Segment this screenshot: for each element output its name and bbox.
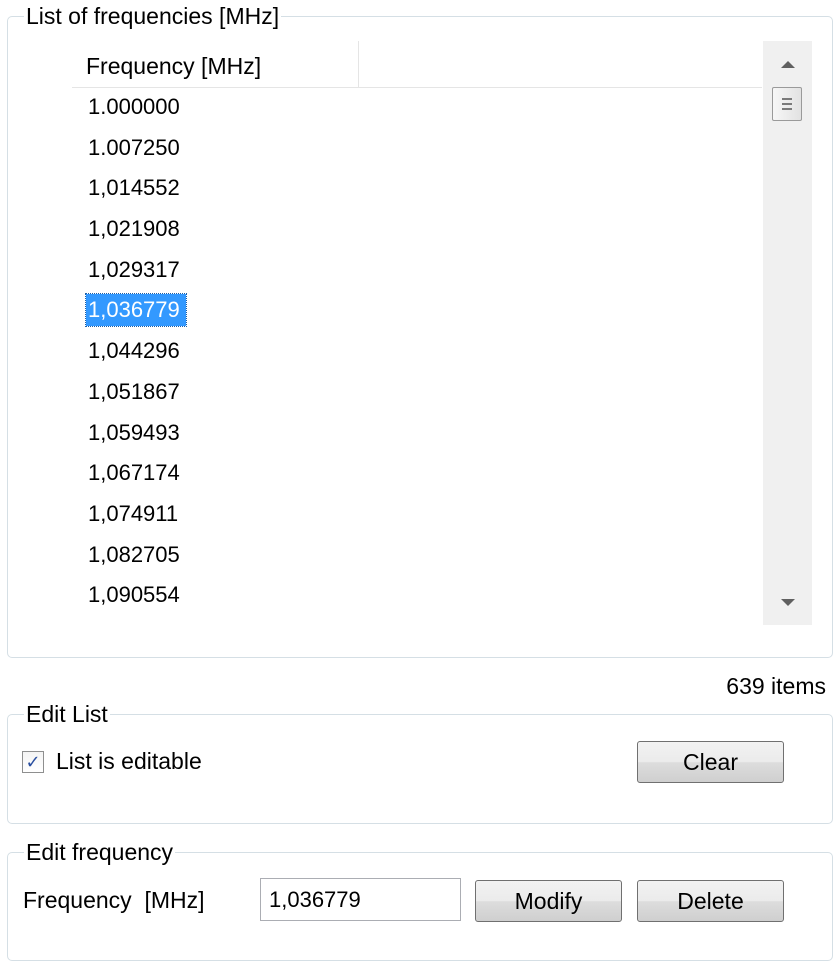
edit-list-group: Edit List ✓ List is editable Clear — [7, 698, 833, 824]
edit-list-group-title: Edit List — [24, 698, 110, 730]
list-item-value: 1,014552 — [88, 175, 180, 201]
list-editable-checkbox[interactable]: ✓ — [22, 750, 44, 773]
frequency-list-group: List of frequencies [MHz] Frequency [MHz… — [7, 0, 833, 658]
list-editable-checkbox-wrap[interactable]: ✓ List is editable — [22, 748, 202, 775]
list-item[interactable]: 1,082705 — [80, 535, 750, 576]
grip-line — [782, 98, 792, 100]
list-item[interactable]: 1,036779 — [80, 290, 750, 331]
list-item-value: 1,082705 — [88, 541, 180, 567]
list-item-value: 1.007250 — [88, 134, 180, 160]
edit-frequency-group-title: Edit frequency — [24, 836, 176, 868]
list-item[interactable]: 1,014552 — [80, 168, 750, 209]
checkmark-icon: ✓ — [25, 751, 41, 772]
list-item-value: 1,090554 — [88, 582, 180, 608]
list-item-value: 1,074911 — [88, 500, 179, 526]
item-count-label: 639 items — [726, 673, 826, 699]
scroll-up-button[interactable] — [763, 41, 812, 87]
modify-button[interactable]: Modify — [475, 880, 622, 922]
list-item[interactable]: 1,059493 — [80, 413, 750, 454]
list-item[interactable]: 1,051867 — [80, 372, 750, 413]
grip-line — [782, 103, 792, 105]
frequency-field-label: Frequency [MHz] — [23, 887, 205, 913]
grip-line — [782, 108, 792, 110]
clear-button[interactable]: Clear — [637, 741, 784, 783]
list-item[interactable]: 1,074911 — [80, 494, 750, 535]
scroll-down-button[interactable] — [763, 579, 812, 625]
list-item-value: 1,059493 — [88, 419, 180, 445]
list-item-value: 1,029317 — [88, 256, 180, 282]
list-item-value: 1,021908 — [88, 216, 180, 242]
list-item[interactable]: 1.007250 — [80, 128, 750, 169]
list-editable-label[interactable]: List is editable — [56, 748, 202, 775]
column-header-frequency[interactable]: Frequency [MHz] — [72, 41, 359, 87]
list-item[interactable]: 1,044296 — [80, 331, 750, 372]
vertical-scrollbar[interactable] — [763, 41, 812, 625]
list-item-value: 1,036779 — [85, 293, 187, 328]
list-item[interactable]: 1,067174 — [80, 453, 750, 494]
list-item-value: 1,067174 — [88, 460, 180, 486]
listview-rows: 1.000000 1.007250 1,014552 1,021908 1,02… — [80, 87, 750, 616]
list-item[interactable]: 1.000000 — [80, 87, 750, 128]
scroll-up-arrow-icon — [780, 60, 795, 68]
list-item[interactable]: 1,029317 — [80, 250, 750, 291]
frequency-input[interactable] — [260, 878, 461, 921]
delete-button[interactable]: Delete — [637, 880, 784, 922]
scroll-down-arrow-icon — [780, 598, 795, 606]
scrollbar-thumb[interactable] — [772, 87, 802, 121]
list-item[interactable]: 1,090554 — [80, 575, 750, 616]
list-item-value: 1,044296 — [88, 338, 180, 364]
frequency-listview[interactable]: Frequency [MHz] 1.000000 1.007250 1,0145… — [72, 41, 812, 625]
listview-header: Frequency [MHz] — [72, 41, 762, 88]
list-item[interactable]: 1,021908 — [80, 209, 750, 250]
list-item-value: 1.000000 — [88, 94, 180, 119]
edit-frequency-group: Edit frequency Frequency [MHz] Modify De… — [7, 836, 833, 961]
list-item-value: 1,051867 — [88, 378, 180, 404]
frequency-list-group-title: List of frequencies [MHz] — [24, 0, 282, 32]
